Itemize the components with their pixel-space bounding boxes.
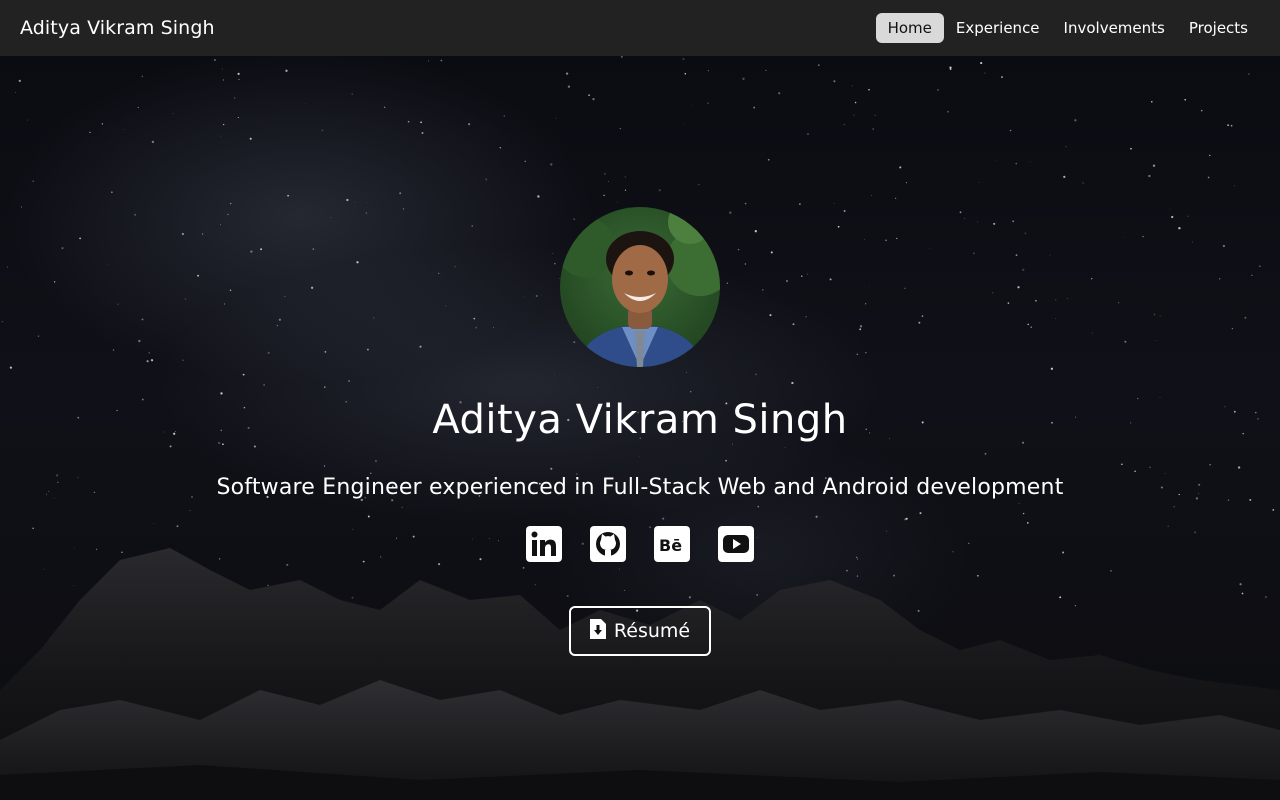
social-links: Bē <box>526 526 754 562</box>
nav-links: Home Experience Involvements Projects <box>875 13 1260 43</box>
hero-name: Aditya Vikram Singh <box>432 397 848 443</box>
hero-content: Aditya Vikram Singh Software Engineer ex… <box>0 56 1280 800</box>
hero-section: Aditya Vikram Singh Software Engineer ex… <box>0 56 1280 800</box>
hero-tagline: Software Engineer experienced in Full-St… <box>216 475 1064 500</box>
linkedin-icon[interactable] <box>526 526 562 562</box>
brand-link[interactable]: Aditya Vikram Singh <box>20 17 215 39</box>
nav-involvements[interactable]: Involvements <box>1052 13 1177 43</box>
resume-label: Résumé <box>613 620 691 642</box>
nav-home[interactable]: Home <box>875 13 944 43</box>
profile-avatar <box>560 207 720 367</box>
nav-projects[interactable]: Projects <box>1177 13 1260 43</box>
file-download-icon <box>589 618 606 644</box>
behance-icon[interactable]: Bē <box>654 526 690 562</box>
github-icon[interactable] <box>590 526 626 562</box>
navbar: Aditya Vikram Singh Home Experience Invo… <box>0 0 1280 56</box>
resume-button[interactable]: Résumé <box>569 606 711 656</box>
nav-experience[interactable]: Experience <box>944 13 1052 43</box>
profile-photo-icon <box>560 207 720 367</box>
svg-text:Bē: Bē <box>659 536 682 555</box>
youtube-icon[interactable] <box>718 526 754 562</box>
